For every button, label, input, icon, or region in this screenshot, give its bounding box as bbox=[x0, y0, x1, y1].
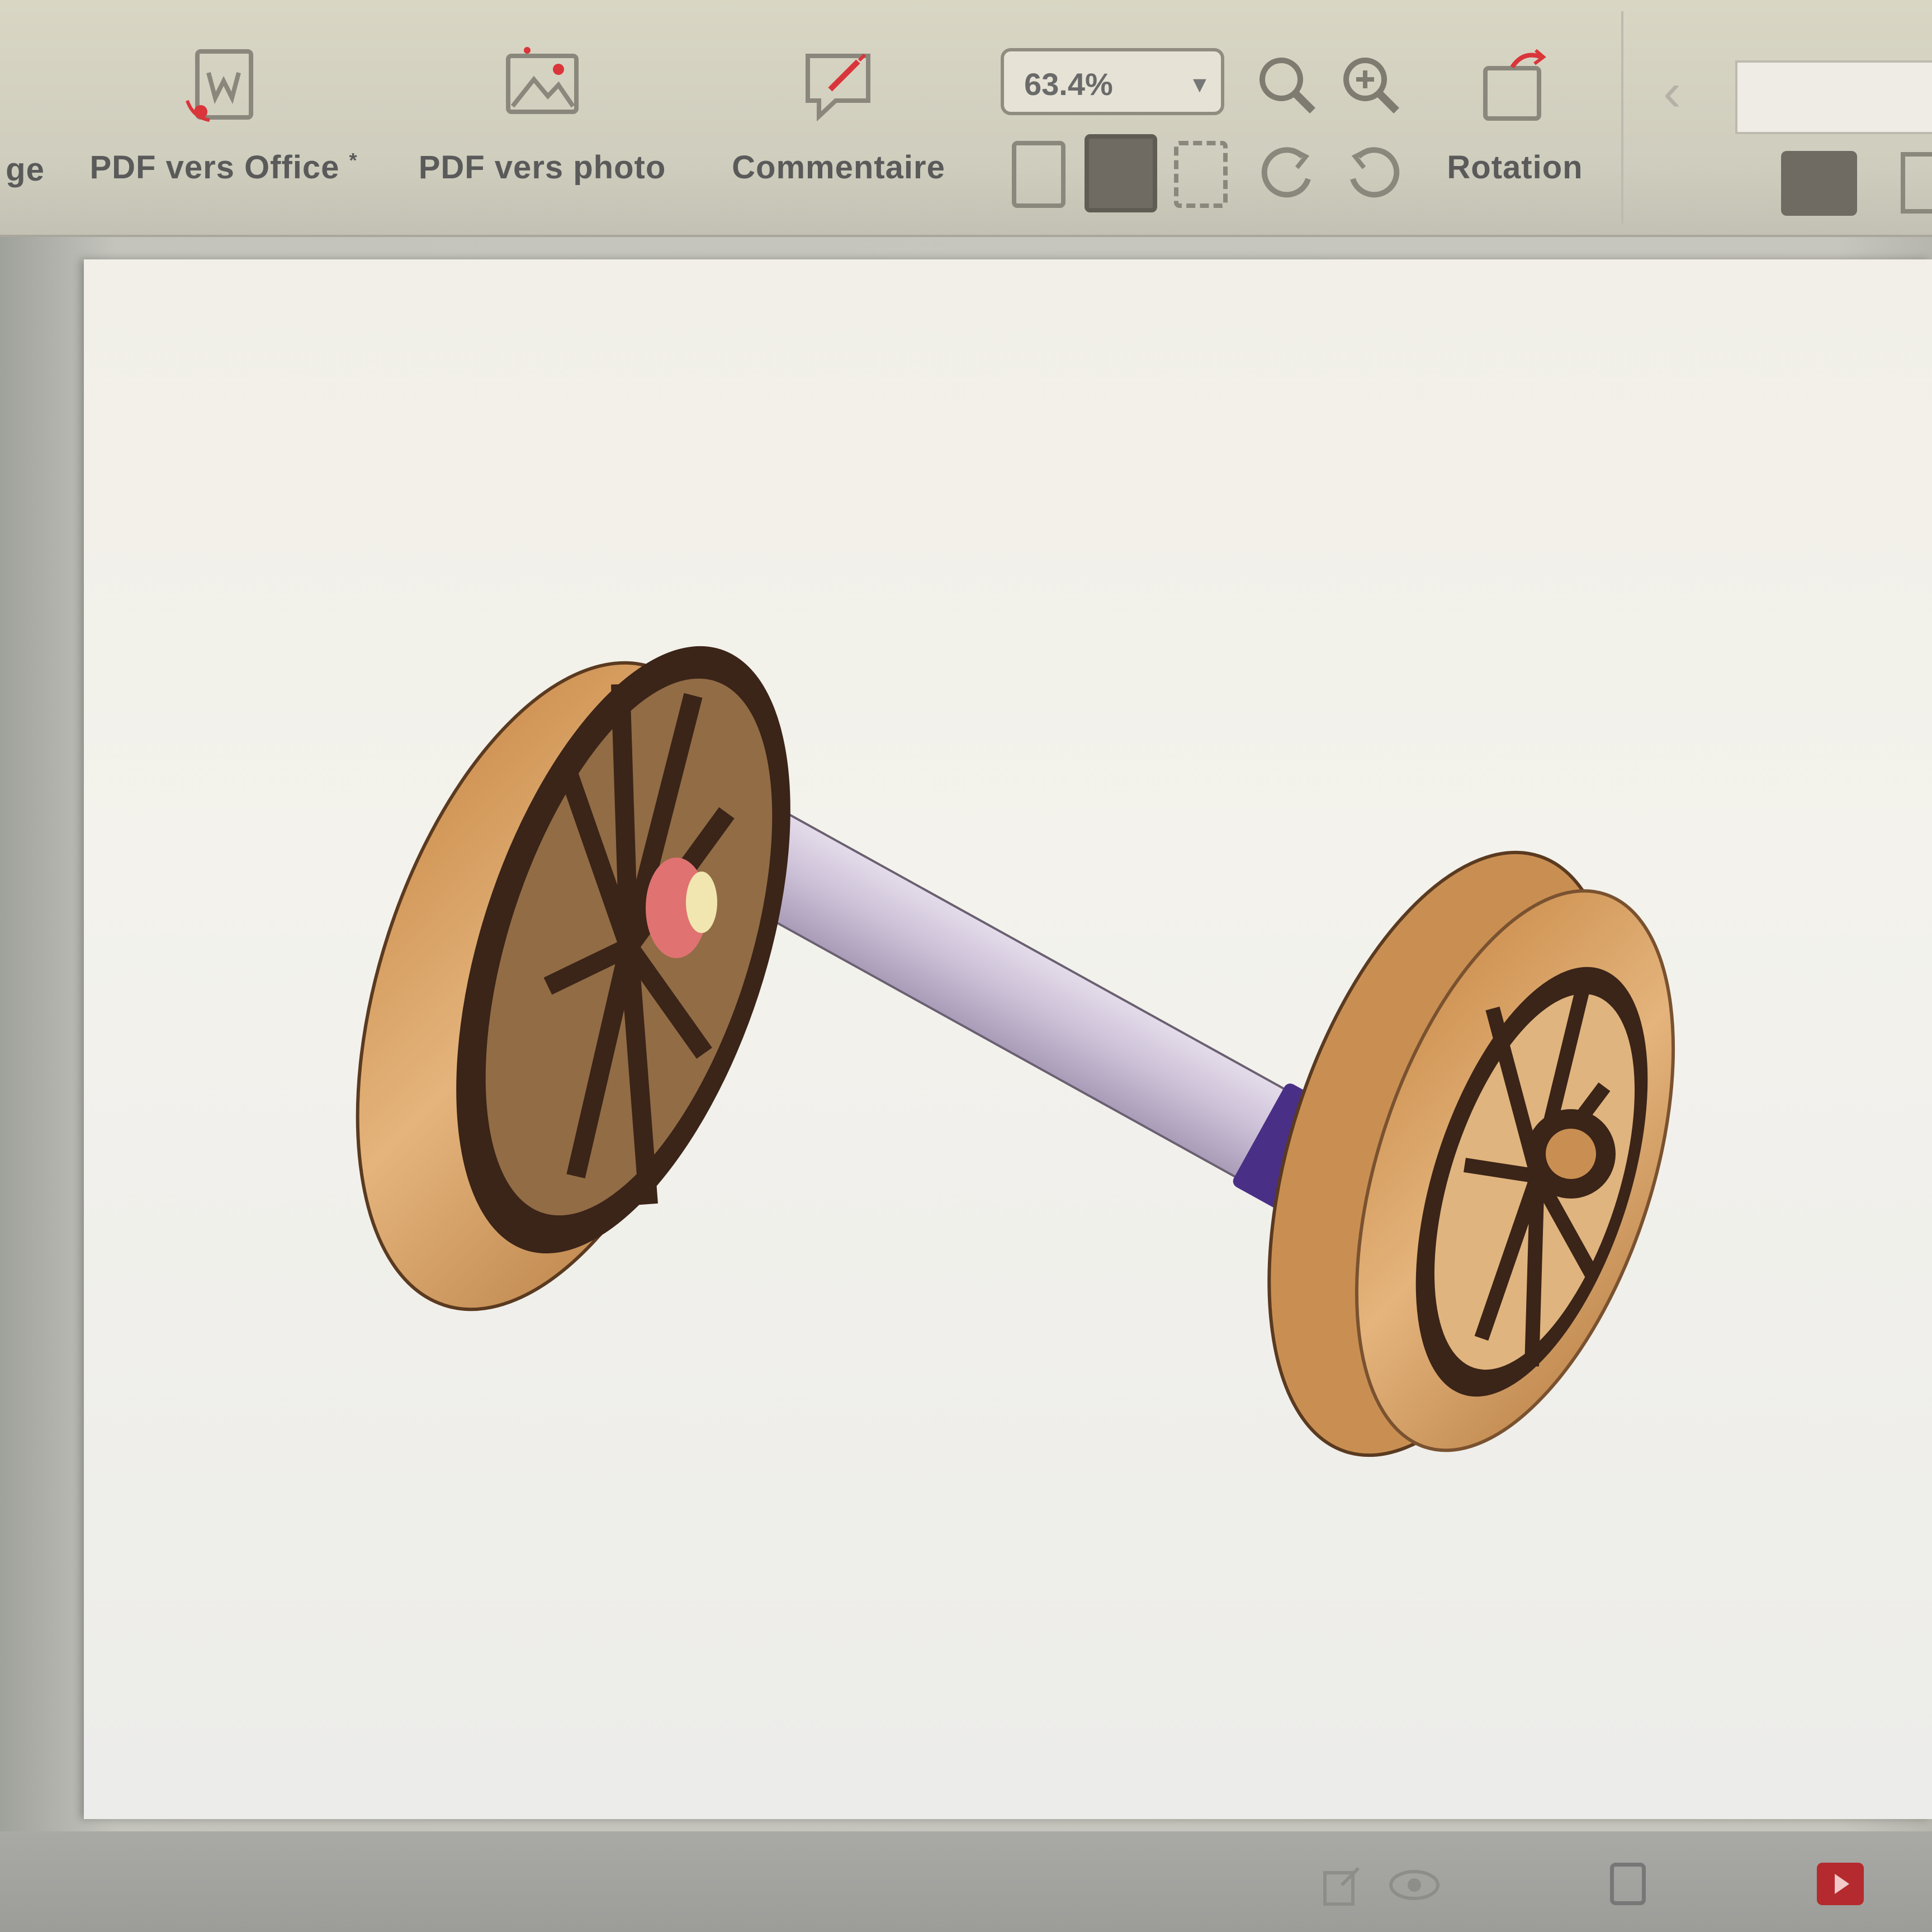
eye-icon[interactable] bbox=[1386, 1863, 1442, 1907]
export-icon[interactable] bbox=[1319, 1863, 1364, 1907]
rotate-left-icon[interactable] bbox=[1258, 140, 1319, 207]
back-arrow-icon[interactable]: ‹ bbox=[1663, 61, 1681, 123]
pdf-to-office-icon bbox=[186, 49, 253, 122]
rotation-icon bbox=[1483, 49, 1546, 121]
rotation-button[interactable]: Rotation bbox=[1431, 45, 1599, 186]
rotate-right-icon[interactable] bbox=[1342, 140, 1403, 207]
truncated-label: ge bbox=[6, 151, 45, 188]
actual-size-icon[interactable] bbox=[1174, 141, 1228, 208]
page-view-icon[interactable] bbox=[1901, 152, 1932, 214]
pdf-to-office-label: PDF vers Office * bbox=[89, 149, 358, 186]
zoom-select[interactable]: 63.4% ▾ bbox=[1001, 48, 1224, 115]
left-bearing bbox=[686, 872, 717, 933]
search-input[interactable] bbox=[1735, 60, 1932, 134]
fit-width-icon[interactable] bbox=[1012, 141, 1066, 208]
toolbar: ge PDF vers Office * PDF vers photo Comm… bbox=[0, 0, 1932, 237]
record-icon[interactable] bbox=[1817, 1863, 1864, 1905]
pdf-to-photo-label: PDF vers photo bbox=[418, 149, 666, 186]
toolbar-separator bbox=[1621, 11, 1623, 224]
comment-button[interactable]: Commentaire bbox=[716, 45, 962, 186]
pdf-to-photo-icon bbox=[506, 47, 579, 114]
zoom-value: 63.4% bbox=[1024, 67, 1113, 102]
pdf-to-photo-button[interactable]: PDF vers photo bbox=[414, 45, 671, 186]
pdf-to-office-button[interactable]: PDF vers Office * bbox=[78, 45, 369, 186]
fit-page-icon[interactable] bbox=[1085, 134, 1157, 212]
zoom-in-icon[interactable] bbox=[1336, 50, 1403, 117]
document-viewport[interactable] bbox=[0, 237, 1932, 1831]
comment-icon bbox=[806, 53, 870, 122]
zoom-out-icon[interactable] bbox=[1252, 50, 1319, 117]
view-mode-icon[interactable] bbox=[1781, 151, 1857, 216]
comment-label: Commentaire bbox=[732, 149, 945, 186]
rotation-label: Rotation bbox=[1447, 149, 1583, 186]
wheelset-drawing bbox=[356, 646, 1675, 1457]
zoom-dropdown-icon: ▾ bbox=[1192, 69, 1206, 99]
page-icon[interactable] bbox=[1610, 1863, 1646, 1905]
pdf-page bbox=[84, 259, 1932, 1819]
left-wheel bbox=[356, 646, 790, 1311]
toolbar-item-truncated[interactable]: ge bbox=[0, 151, 50, 188]
status-bar bbox=[0, 1831, 1932, 1932]
